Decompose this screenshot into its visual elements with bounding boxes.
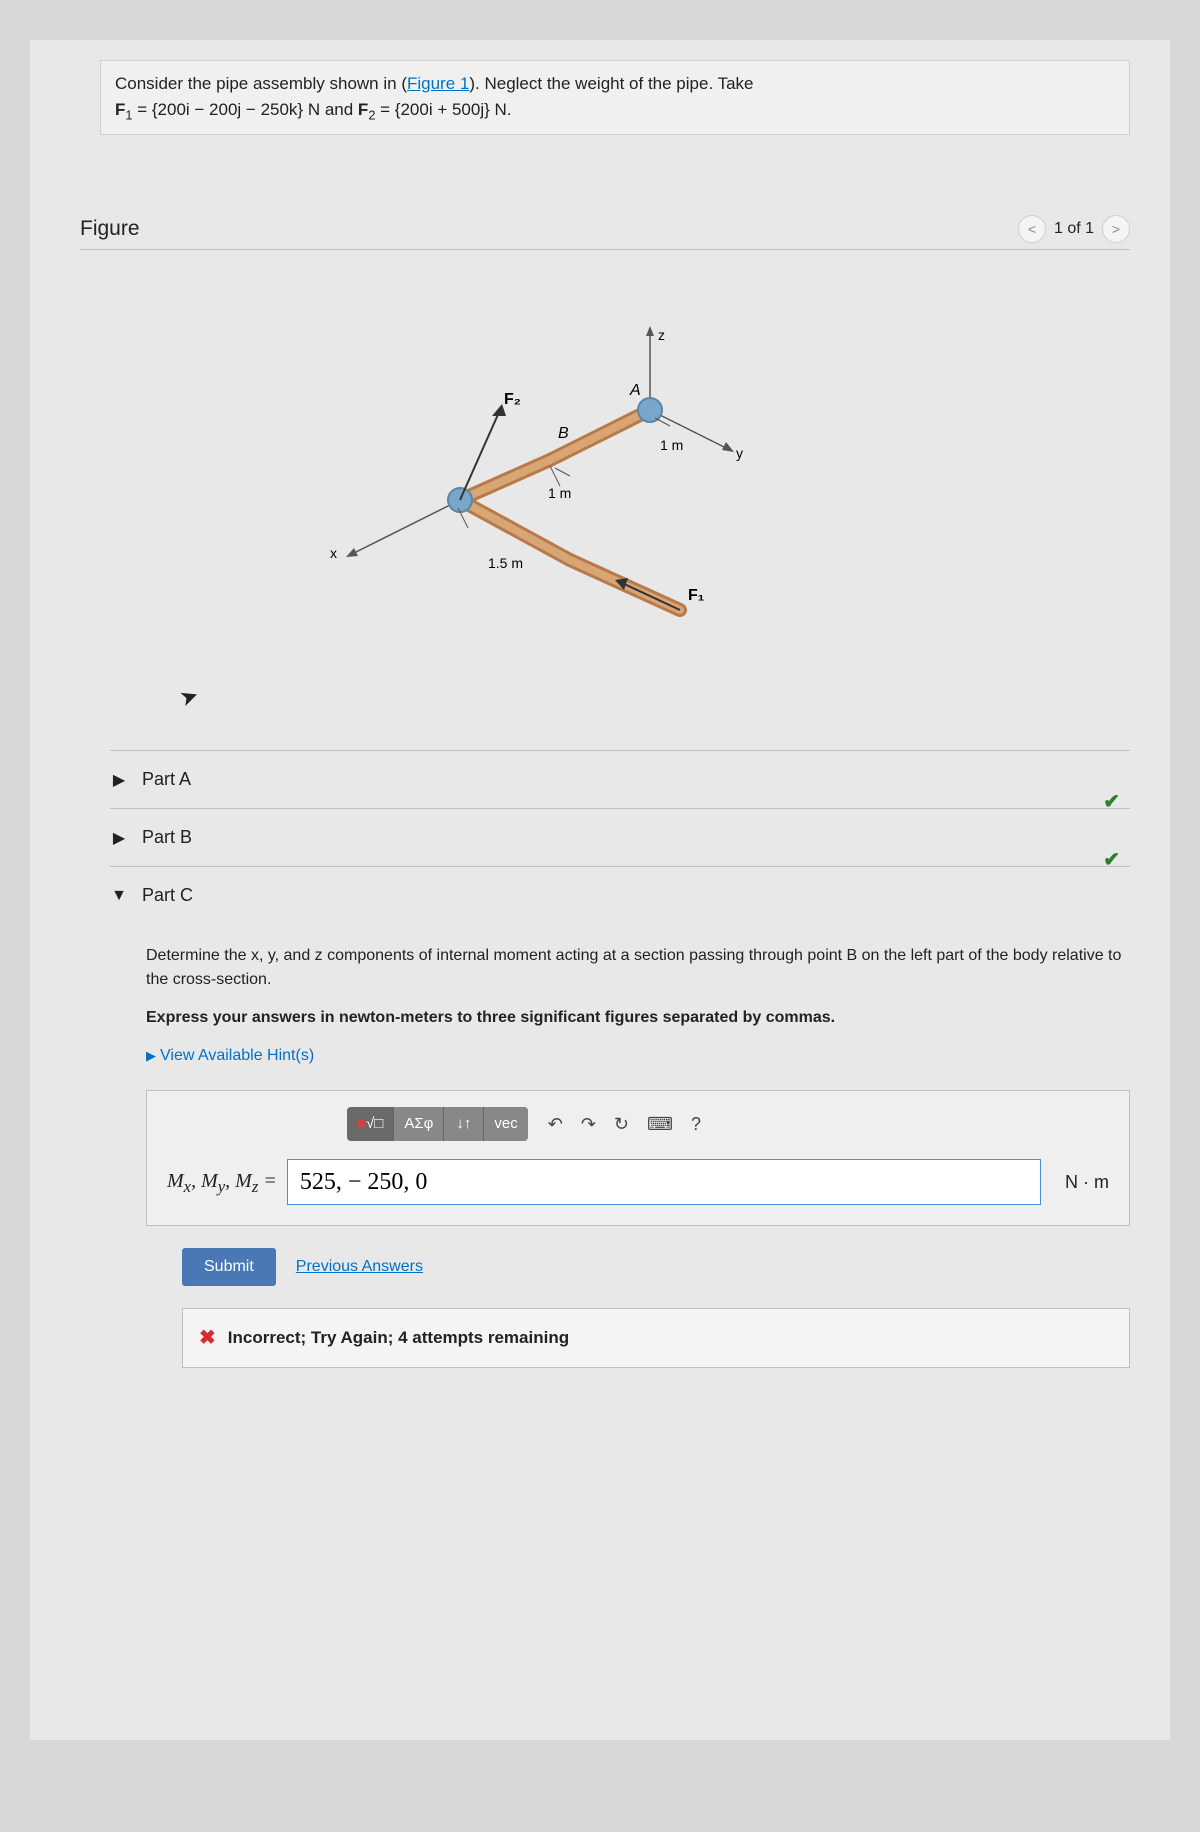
- tool-template-button[interactable]: ■√□: [347, 1107, 394, 1141]
- redo-button[interactable]: ↷: [581, 1111, 596, 1138]
- hints-text: View Available Hint(s): [160, 1047, 314, 1064]
- previous-answers-link[interactable]: Previous Answers: [296, 1255, 423, 1279]
- dim-1m-a: 1 m: [660, 437, 683, 453]
- instruction-2: Express your answers in newton-meters to…: [146, 1006, 1130, 1030]
- tool-subscript-button[interactable]: ↓↑: [444, 1107, 484, 1141]
- part-b-header[interactable]: ▶ Part B ✔: [110, 808, 1130, 866]
- expand-icon: ▶: [110, 770, 128, 790]
- figure-title: Figure: [80, 217, 140, 241]
- answer-input[interactable]: [287, 1159, 1041, 1205]
- point-B-label: B: [558, 425, 569, 442]
- dim-1m-b: 1 m: [548, 485, 571, 501]
- axis-z-label: z: [658, 327, 665, 343]
- force-F1-label: F₁: [688, 587, 705, 604]
- pager-next-button[interactable]: >: [1102, 215, 1130, 243]
- part-a-label: Part A: [142, 769, 191, 790]
- figure-pager: < 1 of 1 >: [1018, 215, 1130, 243]
- point-A-label: A: [629, 382, 641, 399]
- problem-intro: Consider the pipe assembly shown in (: [115, 74, 407, 93]
- submit-button[interactable]: Submit: [182, 1248, 276, 1286]
- f2-eq: = {200i + 500j} N.: [375, 100, 511, 119]
- answer-box: ■√□ ΑΣφ ↓↑ vec ↶ ↷ ↻ ⌨ ? Mx, My, Mz =: [146, 1090, 1130, 1226]
- axis-y-label: y: [736, 445, 743, 461]
- reset-button[interactable]: ↻: [614, 1111, 629, 1138]
- expand-icon: ▶: [146, 1048, 156, 1063]
- equation-toolbar: ■√□ ΑΣφ ↓↑ vec ↶ ↷ ↻ ⌨ ?: [347, 1107, 1109, 1141]
- part-c-header[interactable]: ▼ Part C: [110, 866, 1130, 924]
- pager-text: 1 of 1: [1054, 220, 1094, 238]
- part-c-content: Determine the x, y, and z components of …: [110, 924, 1130, 1368]
- collapse-icon: ▼: [110, 887, 128, 905]
- feedback-box: ✖ Incorrect; Try Again; 4 attempts remai…: [182, 1308, 1130, 1368]
- dim-1-5m: 1.5 m: [488, 555, 523, 571]
- incorrect-icon: ✖: [199, 1323, 216, 1353]
- view-hints-link[interactable]: ▶ View Available Hint(s): [146, 1044, 1130, 1068]
- help-button[interactable]: ?: [691, 1111, 701, 1138]
- problem-after-link: ). Neglect the weight of the pipe. Take: [469, 74, 753, 93]
- expand-icon: ▶: [110, 828, 128, 848]
- part-b-label: Part B: [142, 827, 192, 848]
- problem-statement: Consider the pipe assembly shown in (Fig…: [100, 60, 1130, 135]
- f2-symbol: F: [358, 100, 368, 119]
- part-c-label: Part C: [142, 885, 193, 906]
- cursor-icon: ➤: [176, 682, 202, 713]
- pager-prev-button[interactable]: <: [1018, 215, 1046, 243]
- figure-link[interactable]: Figure 1: [407, 74, 469, 93]
- axis-x-label: x: [330, 545, 337, 561]
- answer-var-label: Mx, My, Mz =: [167, 1166, 277, 1199]
- part-a-header[interactable]: ▶ Part A ✔: [110, 750, 1130, 808]
- force-F2-label: F₂: [504, 391, 521, 408]
- undo-button[interactable]: ↶: [548, 1111, 563, 1138]
- f1-symbol: F: [115, 100, 125, 119]
- answer-unit: N · m: [1065, 1169, 1109, 1196]
- f1-eq: = {200i − 200j − 250k} N and: [132, 100, 357, 119]
- keyboard-button[interactable]: ⌨: [647, 1111, 673, 1138]
- tool-vec-button[interactable]: vec: [484, 1107, 527, 1141]
- figure-diagram: z y x A B: [120, 270, 1130, 730]
- feedback-text: Incorrect; Try Again; 4 attempts remaini…: [228, 1325, 569, 1351]
- tool-greek-button[interactable]: ΑΣφ: [394, 1107, 444, 1141]
- instruction-1: Determine the x, y, and z components of …: [146, 944, 1130, 992]
